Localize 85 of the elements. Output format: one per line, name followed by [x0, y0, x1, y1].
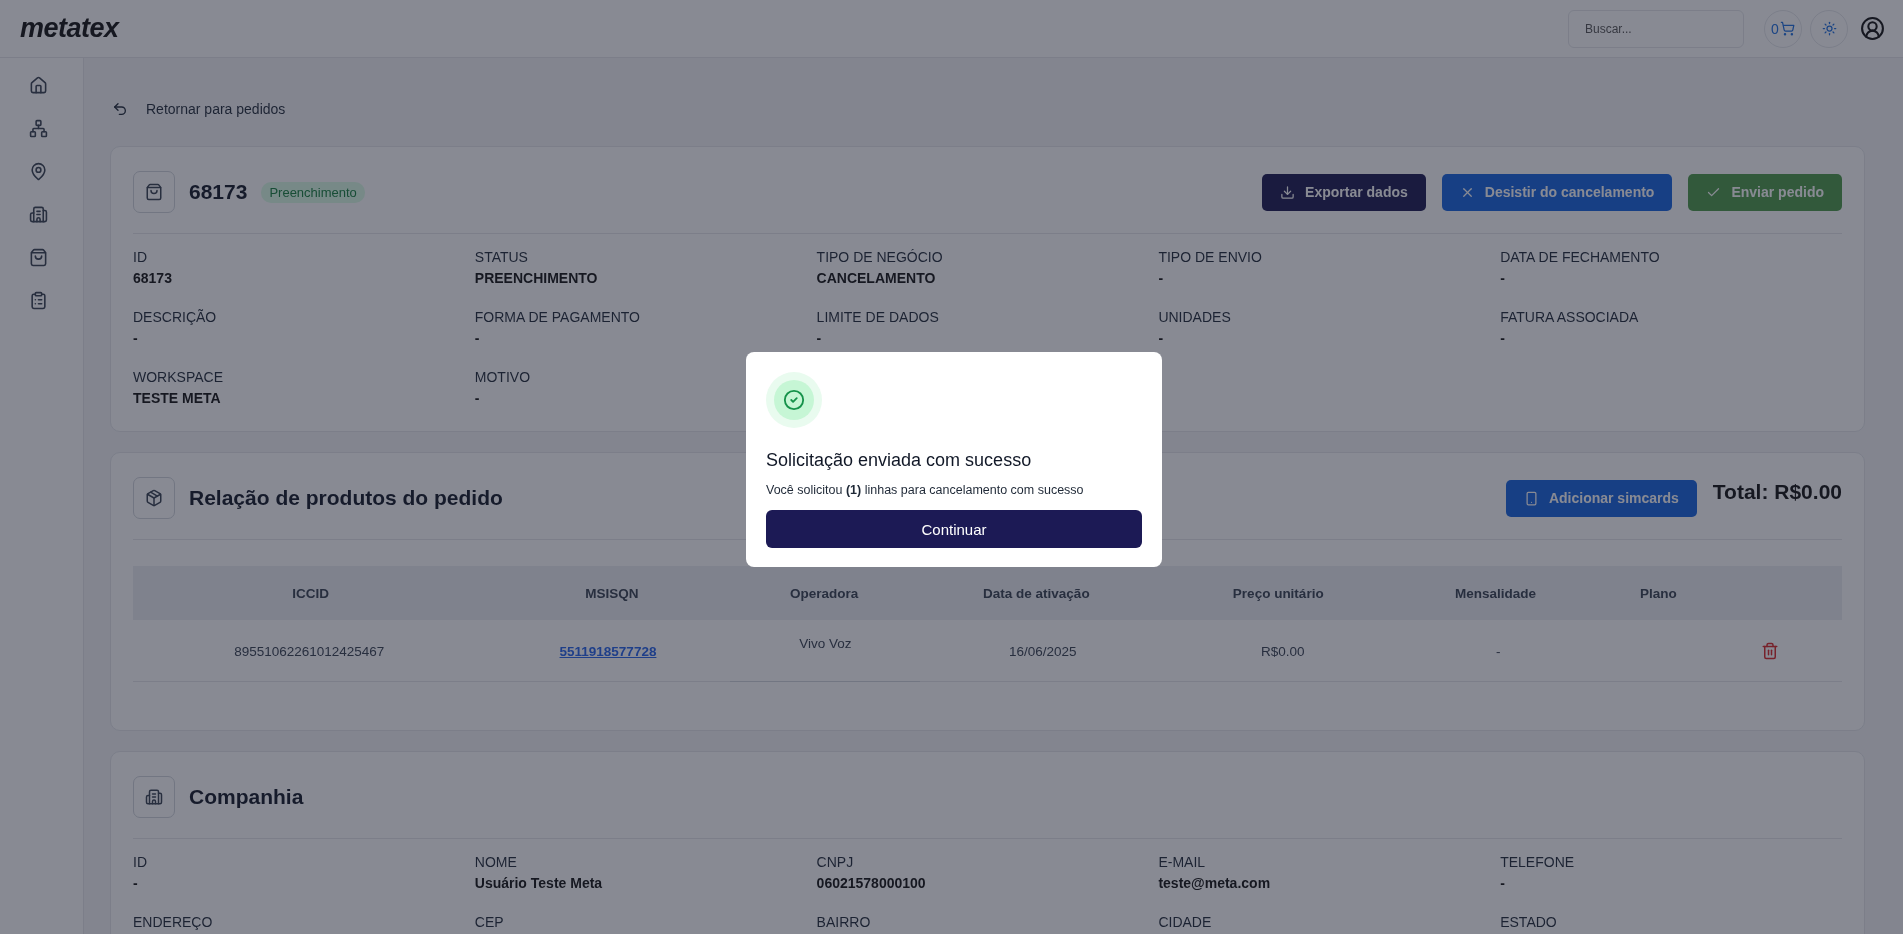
- column-header: Plano: [1639, 585, 1677, 601]
- order-number: 68173: [189, 180, 248, 204]
- user-icon[interactable]: [1860, 16, 1885, 41]
- field-value: -: [816, 330, 823, 347]
- field-label: ENDEREÇO: [133, 914, 214, 931]
- column-header: Operadora: [789, 585, 859, 601]
- send-button[interactable]: Enviar pedido: [1688, 173, 1842, 211]
- field-value: teste@meta.com: [1158, 875, 1272, 892]
- table-cell: 16/06/2025: [1009, 643, 1077, 659]
- continue-button[interactable]: Continuar: [766, 510, 1142, 548]
- field-label: BAIRRO: [816, 914, 872, 931]
- table-cell: R$0.00: [1261, 643, 1305, 659]
- hierarchy-icon[interactable]: [29, 119, 48, 138]
- field-label: STATUS: [474, 249, 529, 266]
- home-icon[interactable]: [29, 76, 48, 95]
- cart-button[interactable]: 0: [1764, 9, 1802, 48]
- list-icon[interactable]: [29, 291, 48, 310]
- field-value: -: [133, 330, 139, 347]
- package-icon: [133, 477, 175, 519]
- column-header: Preço unitário: [1232, 585, 1324, 601]
- search-field[interactable]: Buscar...: [1568, 9, 1744, 48]
- undo-arrow-icon: [112, 101, 128, 117]
- field-value: 68173: [133, 270, 173, 287]
- delete-button[interactable]: [1761, 642, 1780, 660]
- success-icon: [766, 372, 822, 428]
- shopping-bag-icon: [133, 171, 175, 213]
- add-simcards-button[interactable]: Adicionar simcards: [1505, 479, 1697, 517]
- field-value: -: [1500, 875, 1506, 892]
- field-label: NOME: [474, 854, 518, 871]
- field-label: DESCRIÇÃO: [133, 309, 218, 326]
- field-label: TELEFONE: [1500, 854, 1576, 871]
- column-header: Data de ativação: [983, 585, 1090, 601]
- logo[interactable]: metatex: [20, 13, 119, 44]
- field-label: ID: [133, 854, 148, 871]
- msisdn-link[interactable]: 5511918577728: [559, 643, 657, 659]
- field-label: LIMITE DE DADOS: [816, 309, 940, 326]
- phone-icon: [1523, 490, 1539, 506]
- cancel-button[interactable]: Desistir do cancelamento: [1441, 173, 1673, 211]
- field-value: TESTE META: [133, 390, 222, 407]
- field-label: CNPJ: [816, 854, 855, 871]
- field-label: WORKSPACE: [133, 369, 224, 386]
- field-label: TIPO DE ENVIO: [1158, 249, 1263, 266]
- field-label: DATA DE FECHAMENTO: [1500, 249, 1661, 266]
- shopping-bag-icon[interactable]: [29, 248, 48, 267]
- download-icon: [1280, 184, 1296, 200]
- status-badge: Preenchimento: [261, 181, 365, 203]
- table-cell: 89551062261012425467: [234, 643, 385, 659]
- buildings-icon: [133, 776, 175, 818]
- field-label: FATURA ASSOCIADA: [1500, 309, 1640, 326]
- field-label: CEP: [474, 914, 505, 931]
- field-value: -: [133, 875, 139, 892]
- operator-select[interactable]: Vivo Voz: [730, 620, 921, 682]
- column-header: Mensalidade: [1454, 585, 1536, 601]
- field-value: -: [1500, 330, 1506, 347]
- back-link[interactable]: Retornar para pedidos: [112, 101, 286, 117]
- dialog-message: Você solicitou (1) linhas para cancelamento com sucesso: [766, 483, 1085, 497]
- column-header: MSISQN: [585, 585, 639, 601]
- field-label: TIPO DE NEGÓCIO: [816, 249, 944, 266]
- field-label: FORMA DE PAGAMENTO: [474, 309, 641, 326]
- sun-icon: [1821, 21, 1837, 36]
- field-value: Usuário Teste Meta: [474, 875, 604, 892]
- field-value: -: [1158, 270, 1165, 287]
- field-label: CIDADE: [1158, 914, 1213, 931]
- map-pin-icon[interactable]: [29, 162, 48, 181]
- field-value: PREENCHIMENTO: [474, 270, 599, 287]
- dialog-title: Solicitação enviada com sucesso: [766, 450, 1033, 471]
- field-value: -: [1500, 270, 1506, 287]
- export-button[interactable]: Exportar dados: [1262, 173, 1426, 211]
- section-title: Companhia: [189, 785, 304, 809]
- field-value: -: [474, 390, 481, 407]
- field-value: 06021578000100: [816, 875, 927, 892]
- column-header: ICCID: [292, 585, 330, 601]
- table-cell: -: [1496, 643, 1501, 659]
- field-value: -: [474, 330, 481, 347]
- buildings-icon[interactable]: [29, 205, 48, 224]
- field-value: CANCELAMENTO: [816, 270, 937, 287]
- cart-icon: [1779, 21, 1795, 36]
- field-label: E-MAIL: [1158, 854, 1207, 871]
- field-value: -: [1158, 330, 1165, 347]
- field-label: UNIDADES: [1158, 309, 1232, 326]
- field-label: ESTADO: [1500, 914, 1558, 931]
- order-total: Total: R$0.00: [1712, 479, 1842, 505]
- field-label: MOTIVO: [474, 369, 532, 386]
- field-label: ID: [133, 249, 148, 266]
- section-title: Relação de produtos do pedido: [189, 486, 503, 510]
